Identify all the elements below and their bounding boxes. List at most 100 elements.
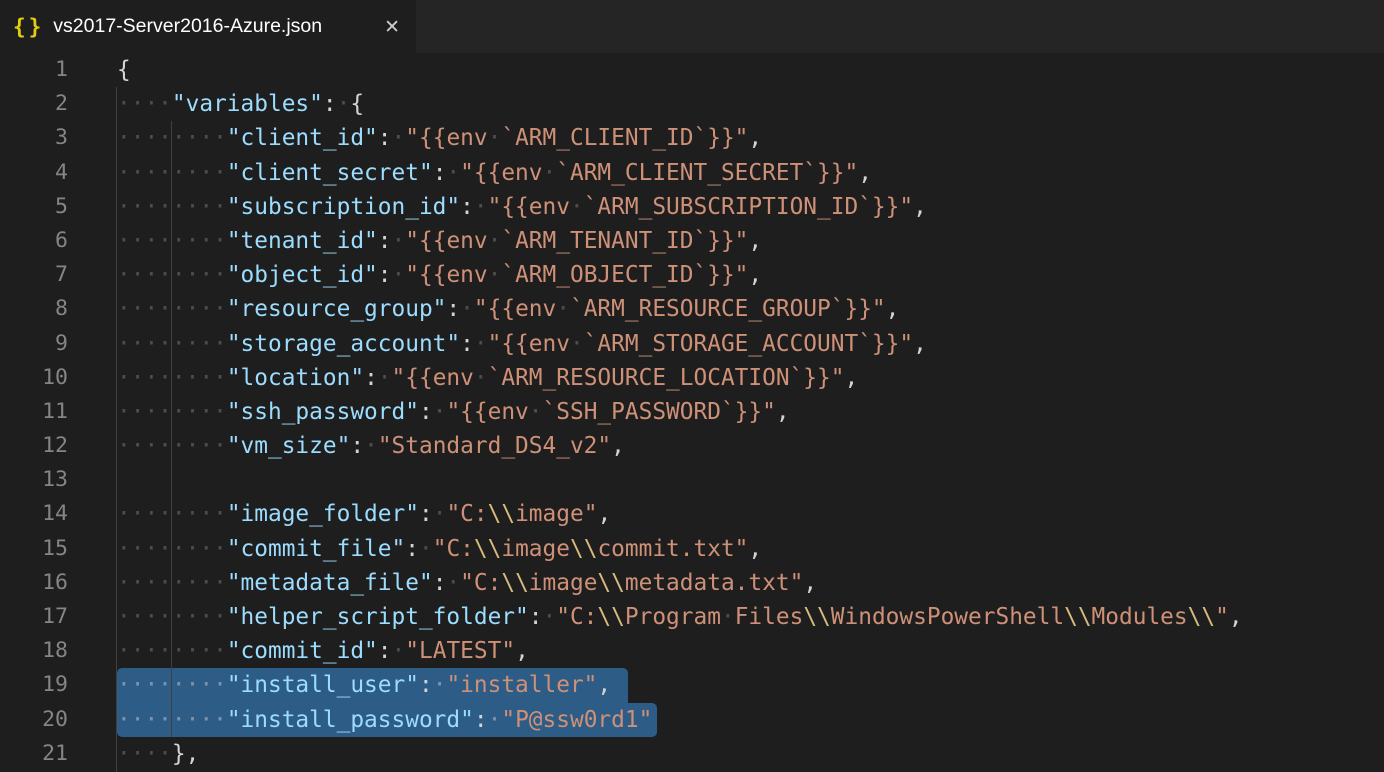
code-text[interactable]: ········"tenant_id":·"{{env·`ARM_TENANT_… xyxy=(68,224,762,258)
code-line[interactable]: 13 xyxy=(0,463,1384,497)
escape-sequence: \\ xyxy=(1188,604,1215,630)
code-text[interactable]: ········"storage_account":·"{{env·`ARM_S… xyxy=(68,327,927,361)
code-text[interactable]: ········"image_folder":·"C:\\image", xyxy=(68,497,611,531)
line-number[interactable]: 3 xyxy=(0,121,68,155)
json-key: "tenant_id" xyxy=(227,228,378,254)
code-text[interactable] xyxy=(68,463,117,497)
code-text[interactable]: ········"object_id":·"{{env·`ARM_OBJECT_… xyxy=(68,258,762,292)
json-string-value: Modules xyxy=(1092,604,1188,630)
code-line[interactable]: 17········"helper_script_folder":·"C:\\P… xyxy=(0,600,1384,634)
code-text[interactable]: ········"client_secret":·"{{env·`ARM_CLI… xyxy=(68,156,872,190)
code-line[interactable]: 14········"image_folder":·"C:\\image", xyxy=(0,497,1384,531)
json-string-value: "{{env xyxy=(488,331,570,357)
line-number[interactable]: 1 xyxy=(0,53,68,87)
punctuation: , xyxy=(858,160,872,186)
code-line[interactable]: 21····}, xyxy=(0,737,1384,771)
code-text[interactable]: ····}, xyxy=(68,737,199,771)
code-text[interactable]: ········"commit_file":·"C:\\image\\commi… xyxy=(68,532,762,566)
line-number[interactable]: 7 xyxy=(0,258,68,292)
code-text[interactable]: ········"client_id":·"{{env·`ARM_CLIENT_… xyxy=(68,121,762,155)
code-text[interactable]: ········"commit_id":·"LATEST", xyxy=(68,634,529,668)
line-number[interactable]: 18 xyxy=(0,634,68,668)
code-line[interactable]: 10········"location":·"{{env·`ARM_RESOUR… xyxy=(0,361,1384,395)
line-number[interactable]: 21 xyxy=(0,737,68,771)
json-string-value: Files xyxy=(735,604,804,630)
code-line[interactable]: 15········"commit_file":·"C:\\image\\com… xyxy=(0,532,1384,566)
code-text[interactable]: ····"variables":·{ xyxy=(68,87,364,121)
code-line[interactable]: 1{ xyxy=(0,53,1384,87)
json-string-value: image" xyxy=(515,501,597,527)
code-line[interactable]: 20 ········"install_password":·"P@ssw0rd1… xyxy=(0,703,1384,737)
line-number[interactable]: 15 xyxy=(0,532,68,566)
punctuation: : xyxy=(433,160,447,186)
line-number[interactable]: 13 xyxy=(0,463,68,497)
code-text[interactable]: ········"location":·"{{env·`ARM_RESOURCE… xyxy=(68,361,858,395)
json-string-value: `ARM_TENANT_ID`}}" xyxy=(501,228,748,254)
tab-vs2017-server2016-azure[interactable]: {} vs2017-Server2016-Azure.json ✕ xyxy=(0,0,416,53)
code-text[interactable]: ········"install_user":·"installer", xyxy=(68,668,628,702)
code-line[interactable]: 6········"tenant_id":·"{{env·`ARM_TENANT… xyxy=(0,224,1384,258)
line-number[interactable]: 17 xyxy=(0,600,68,634)
escape-sequence: \\ xyxy=(474,536,501,562)
line-number[interactable]: 14 xyxy=(0,497,68,531)
code-text[interactable]: ········"subscription_id":·"{{env·`ARM_S… xyxy=(68,190,927,224)
code-line[interactable]: 9········"storage_account":·"{{env·`ARM_… xyxy=(0,327,1384,361)
close-tab-icon[interactable]: ✕ xyxy=(384,16,400,38)
punctuation: : xyxy=(460,194,474,220)
code-line[interactable]: 8········"resource_group":·"{{env·`ARM_R… xyxy=(0,292,1384,326)
json-key: "install_password" xyxy=(227,707,474,733)
line-number[interactable]: 20 xyxy=(0,703,68,737)
whitespace-dots: ···· xyxy=(117,91,172,117)
json-string-value: image xyxy=(529,570,598,596)
line-number[interactable]: 11 xyxy=(0,395,68,429)
line-number[interactable]: 5 xyxy=(0,190,68,224)
line-number[interactable]: 6 xyxy=(0,224,68,258)
code-line[interactable]: 11········"ssh_password":·"{{env·`SSH_PA… xyxy=(0,395,1384,429)
whitespace-dots: · xyxy=(433,399,447,425)
code-line[interactable]: 19········"install_user":·"installer", xyxy=(0,668,1384,702)
json-key: "client_secret" xyxy=(227,160,433,186)
code-text[interactable]: ········"install_password":·"P@ssw0rd1" xyxy=(68,703,657,737)
code-line[interactable]: 5········"subscription_id":·"{{env·`ARM_… xyxy=(0,190,1384,224)
punctuation: : xyxy=(474,707,488,733)
whitespace-dots: · xyxy=(556,296,570,322)
line-number[interactable]: 8 xyxy=(0,292,68,326)
code-line[interactable]: 3········"client_id":·"{{env·`ARM_CLIENT… xyxy=(0,121,1384,155)
json-string-value: "{{env xyxy=(405,228,487,254)
line-number[interactable]: 9 xyxy=(0,327,68,361)
selection-highlight: ········"install_password":·"P@ssw0rd1" xyxy=(117,703,657,737)
whitespace-dots: ········ xyxy=(117,672,227,698)
json-string-value: "C: xyxy=(460,570,501,596)
code-line[interactable]: 4········"client_secret":·"{{env·`ARM_CL… xyxy=(0,156,1384,190)
json-string-value: `ARM_CLIENT_SECRET`}}" xyxy=(556,160,858,186)
code-editor[interactable]: 1{2····"variables":·{3········"client_id… xyxy=(0,53,1384,772)
json-string-value: `ARM_OBJECT_ID`}}" xyxy=(501,262,748,288)
code-text[interactable]: ········"ssh_password":·"{{env·`SSH_PASS… xyxy=(68,395,790,429)
code-line[interactable]: 2····"variables":·{ xyxy=(0,87,1384,121)
code-text[interactable]: { xyxy=(68,53,131,87)
punctuation: , xyxy=(1229,604,1243,630)
line-number[interactable]: 10 xyxy=(0,361,68,395)
code-line[interactable]: 12········"vm_size":·"Standard_DS4_v2", xyxy=(0,429,1384,463)
escape-sequence: \\ xyxy=(597,570,624,596)
whitespace-dots: ········ xyxy=(117,536,227,562)
code-text[interactable]: ········"metadata_file":·"C:\\image\\met… xyxy=(68,566,817,600)
punctuation: : xyxy=(364,365,378,391)
code-text[interactable]: ········"vm_size":·"Standard_DS4_v2", xyxy=(68,429,625,463)
punctuation: : xyxy=(419,399,433,425)
json-key: "commit_file" xyxy=(227,536,405,562)
line-number[interactable]: 12 xyxy=(0,429,68,463)
whitespace-dots: · xyxy=(392,638,406,664)
line-number[interactable]: 2 xyxy=(0,87,68,121)
code-line[interactable]: 7········"object_id":·"{{env·`ARM_OBJECT… xyxy=(0,258,1384,292)
line-number[interactable]: 19 xyxy=(0,668,68,702)
code-line[interactable]: 16········"metadata_file":·"C:\\image\\m… xyxy=(0,566,1384,600)
code-text[interactable]: ········"helper_script_folder":·"C:\\Pro… xyxy=(68,600,1243,634)
punctuation: { xyxy=(117,57,131,83)
line-number[interactable]: 16 xyxy=(0,566,68,600)
code-text[interactable]: ········"resource_group":·"{{env·`ARM_RE… xyxy=(68,292,899,326)
json-string-value: WindowsPowerShell xyxy=(831,604,1064,630)
line-number[interactable]: 4 xyxy=(0,156,68,190)
code-line[interactable]: 18········"commit_id":·"LATEST", xyxy=(0,634,1384,668)
punctuation: : xyxy=(433,570,447,596)
